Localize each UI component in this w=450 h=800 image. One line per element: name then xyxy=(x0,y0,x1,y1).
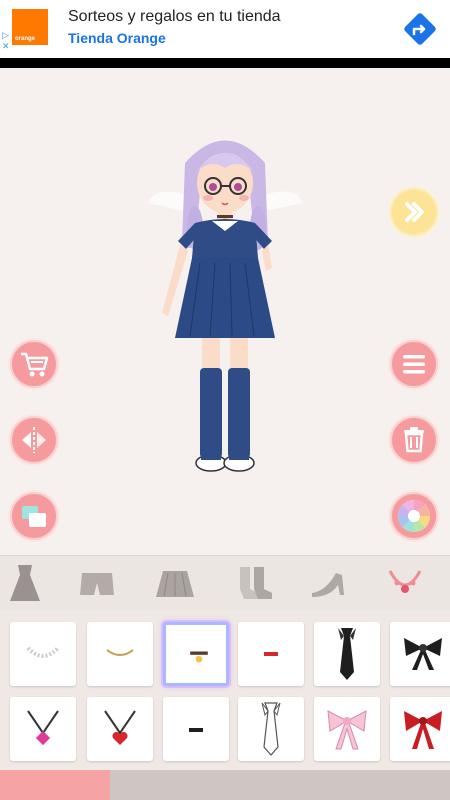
item-black-tie[interactable] xyxy=(314,622,380,686)
ad-subtitle: Tienda Orange xyxy=(68,30,166,46)
orange-logo: orange xyxy=(12,9,48,45)
layers-icon xyxy=(22,506,46,527)
ad-title: Sorteos y regalos en tu tienda xyxy=(68,8,281,25)
dressup-stage xyxy=(0,68,450,555)
item-white-tie[interactable] xyxy=(238,697,304,761)
mirror-flip-button[interactable] xyxy=(10,416,58,464)
item-pearl-necklace[interactable] xyxy=(10,622,76,686)
color-palette-button[interactable] xyxy=(390,492,438,540)
item-gold-chain-necklace[interactable] xyxy=(87,622,153,686)
black-bow-icon xyxy=(404,638,442,670)
heels-icon xyxy=(312,573,344,597)
item-red-collar-bar[interactable] xyxy=(238,622,304,686)
dress-icon xyxy=(10,565,40,601)
item-red-heart-pendant[interactable] xyxy=(87,697,153,761)
avatar-character[interactable] xyxy=(140,123,310,553)
ad-choices-icon[interactable]: ▷ ✕ xyxy=(2,30,10,52)
black-tie-icon xyxy=(338,628,356,680)
shopping-cart-icon xyxy=(21,352,49,377)
next-button[interactable] xyxy=(390,188,438,236)
category-dress[interactable] xyxy=(0,561,50,605)
mirror-flip-icon xyxy=(22,427,46,453)
layers-button[interactable] xyxy=(10,492,58,540)
category-skirt[interactable] xyxy=(150,561,200,605)
menu-icon xyxy=(403,355,425,374)
next-icon xyxy=(405,202,424,222)
tab-active[interactable] xyxy=(0,770,110,800)
color-palette-icon xyxy=(398,500,430,532)
red-heart-pendant-icon xyxy=(104,710,136,745)
black-bar-icon xyxy=(189,728,203,732)
delete-button[interactable] xyxy=(390,416,438,464)
item-pink-ribbon-bow[interactable] xyxy=(314,697,380,761)
white-tie-icon xyxy=(261,702,281,756)
shop-button[interactable] xyxy=(10,340,58,388)
pink-bow-icon xyxy=(327,710,367,750)
red-bar-icon xyxy=(264,652,278,656)
menu-button[interactable] xyxy=(390,340,438,388)
directions-icon[interactable] xyxy=(400,9,440,49)
red-bow-icon xyxy=(404,711,442,749)
category-socks[interactable] xyxy=(228,561,278,605)
item-red-ribbon-bow[interactable] xyxy=(390,697,450,761)
pink-gem-pendant-icon xyxy=(27,710,59,746)
shorts-icon xyxy=(80,573,114,595)
skirt-icon xyxy=(156,571,194,597)
item-black-collar-bar[interactable] xyxy=(163,697,229,761)
trash-icon xyxy=(404,427,424,453)
pearl-necklace-icon xyxy=(26,646,60,658)
gold-chain-icon xyxy=(106,649,134,656)
item-star-choker[interactable] xyxy=(163,622,229,686)
category-bar xyxy=(0,555,450,610)
item-pink-gem-pendant[interactable] xyxy=(10,697,76,761)
item-grid xyxy=(0,610,450,770)
socks-icon xyxy=(240,567,272,599)
ad-divider xyxy=(0,58,450,68)
item-black-bow[interactable] xyxy=(390,622,450,686)
category-shoes[interactable] xyxy=(304,561,354,605)
necklace-icon xyxy=(388,570,422,593)
star-choker-icon xyxy=(190,651,208,663)
category-necklace[interactable] xyxy=(380,561,430,605)
ad-banner[interactable]: orange ▷ ✕ Sorteos y regalos en tu tienda… xyxy=(0,0,450,58)
category-shorts[interactable] xyxy=(72,561,122,605)
tab-inactive[interactable] xyxy=(110,770,450,800)
